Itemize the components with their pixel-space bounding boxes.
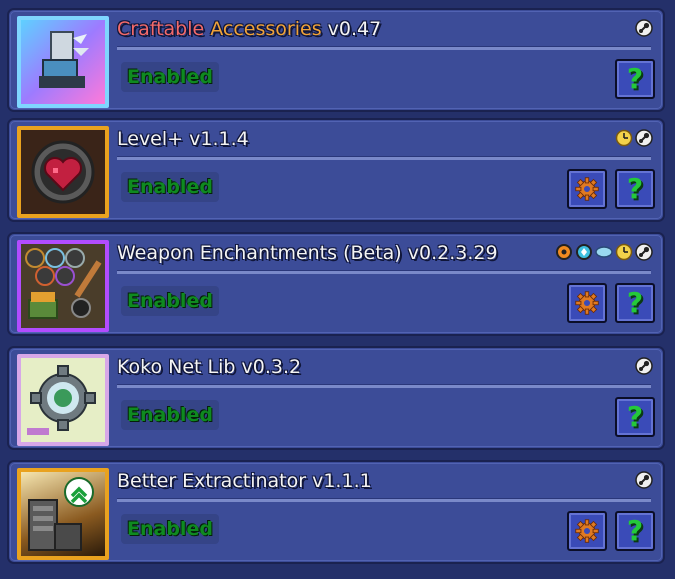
cyan-badge-icon — [576, 244, 592, 260]
network-gear-icon — [27, 365, 96, 435]
gear-icon — [575, 177, 599, 201]
heart-gem-icon — [31, 140, 95, 204]
blue-badge-icon — [595, 246, 613, 258]
mod-title: Koko Net Lib v0.3.2 — [117, 356, 302, 378]
clock-icon — [615, 243, 633, 261]
mod-thumbnail — [17, 354, 109, 446]
mod-row-level-plus[interactable]: Level+ v1.1.4 Enabled ? — [7, 118, 665, 222]
enchant-collage-icon — [25, 248, 102, 319]
mod-title: Weapon Enchantments (Beta) v0.2.3.29 — [117, 242, 498, 264]
divider — [117, 46, 651, 50]
mod-thumbnail — [17, 240, 109, 332]
mod-row-craftable-accessories[interactable]: Craftable Accessories v0.47 Enabled ? — [7, 8, 665, 112]
divider — [117, 156, 651, 160]
help-button[interactable]: ? — [615, 397, 655, 437]
steam-icon — [635, 243, 653, 261]
mod-title: Better Extractinator v1.1.1 — [117, 470, 372, 492]
question-icon: ? — [626, 400, 644, 433]
boots-icon — [39, 31, 89, 88]
mod-title: Level+ v1.1.4 — [117, 128, 249, 150]
mod-thumbnail — [17, 468, 109, 560]
clock-icon — [615, 129, 633, 147]
mod-tags — [635, 468, 653, 492]
status-badge[interactable]: Enabled — [121, 62, 219, 92]
steam-icon — [635, 129, 653, 147]
mod-tags — [615, 126, 653, 150]
help-button[interactable]: ? — [615, 511, 655, 551]
status-badge[interactable]: Enabled — [121, 400, 219, 430]
question-icon: ? — [626, 62, 644, 95]
config-button[interactable] — [567, 511, 607, 551]
mod-tags — [555, 240, 653, 264]
help-button[interactable]: ? — [615, 283, 655, 323]
steam-icon — [635, 19, 653, 37]
mod-list: Craftable Accessories v0.47 Enabled ? Le… — [0, 0, 675, 579]
gear-icon — [575, 291, 599, 315]
mod-thumbnail — [17, 16, 109, 108]
extractinator-icon — [28, 477, 94, 551]
mod-row-koko-net-lib[interactable]: Koko Net Lib v0.3.2 Enabled ? — [7, 346, 665, 450]
mod-row-better-extractinator[interactable]: Better Extractinator v1.1.1 Enabled ? — [7, 460, 665, 564]
status-badge[interactable]: Enabled — [121, 286, 219, 316]
mod-tags — [635, 354, 653, 378]
divider — [117, 384, 651, 388]
steam-icon — [635, 357, 653, 375]
question-icon: ? — [626, 514, 644, 547]
config-button[interactable] — [567, 169, 607, 209]
steam-icon — [635, 471, 653, 489]
question-icon: ? — [626, 172, 644, 205]
divider — [117, 270, 651, 274]
status-badge[interactable]: Enabled — [121, 172, 219, 202]
mod-tags — [635, 16, 653, 40]
help-button[interactable]: ? — [615, 169, 655, 209]
gear-icon — [575, 519, 599, 543]
status-badge[interactable]: Enabled — [121, 514, 219, 544]
mod-thumbnail — [17, 126, 109, 218]
help-button[interactable]: ? — [615, 59, 655, 99]
divider — [117, 498, 651, 502]
mod-row-weapon-enchantments[interactable]: Weapon Enchantments (Beta) v0.2.3.29 Ena… — [7, 232, 665, 336]
mod-title: Craftable Accessories v0.47 — [117, 18, 382, 40]
config-button[interactable] — [567, 283, 607, 323]
question-icon: ? — [626, 286, 644, 319]
orange-badge-icon — [556, 244, 572, 260]
